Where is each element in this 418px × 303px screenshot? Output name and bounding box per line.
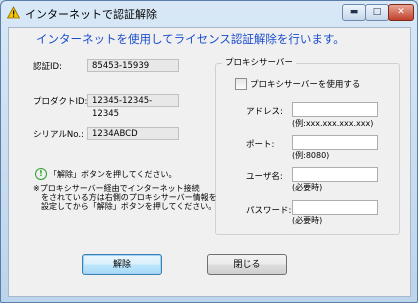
close-button[interactable]: 閉じる <box>207 254 287 275</box>
serial-field: 1234ABCD <box>87 127 179 140</box>
product-id-field: 12345-12345-12345 <box>87 94 179 119</box>
proxy-group-title: プロキシサーバー <box>222 56 296 68</box>
info-message: 「解除」ボタンを押してください。 <box>49 170 177 179</box>
window-title: インターネットで認証解除 <box>25 8 157 21</box>
proxy-note-line: をされている方は右側のプロキシサーバー情報を <box>33 193 217 202</box>
proxy-note-line: ※プロキシサーバー経由でインターネット接続 <box>33 184 200 193</box>
auth-id-field: 85453-15939 <box>87 59 179 72</box>
address-input[interactable] <box>292 102 378 117</box>
dialog-body: インターネットを使用してライセンス認証解除を行います。 認証ID: 85453-… <box>8 27 411 297</box>
port-input[interactable] <box>292 135 378 150</box>
maximize-icon: □ <box>372 7 382 17</box>
proxy-note: ※プロキシサーバー経由でインターネット接続 をされている方は右側のプロキシサーバ… <box>33 184 217 211</box>
product-id-label: プロダクトID: <box>33 97 88 107</box>
username-label: ユーザ名: <box>246 172 283 182</box>
close-icon: ✕ <box>397 7 405 17</box>
use-proxy-checkbox[interactable] <box>235 78 247 90</box>
password-hint: (必要時) <box>292 216 323 225</box>
serial-label: シリアルNo.: <box>33 130 84 140</box>
address-label: アドレス: <box>246 107 283 117</box>
username-hint: (必要時) <box>292 183 323 192</box>
password-input[interactable] <box>292 200 378 215</box>
address-hint: (例:xxx.xxx.xxx.xxx) <box>292 119 374 128</box>
use-proxy-label[interactable]: プロキシサーバーを使用する <box>250 78 360 90</box>
warning-icon <box>7 6 20 19</box>
dialog-window: インターネットで認証解除 ▬ □ ✕ インターネットを使用してライセンス認証解除… <box>0 0 418 303</box>
auth-id-label: 認証ID: <box>33 62 62 72</box>
minimize-button[interactable]: ▬ <box>342 4 366 21</box>
title-bar[interactable]: インターネットで認証解除 ▬ □ ✕ <box>1 1 417 25</box>
minimize-icon: ▬ <box>349 7 359 17</box>
instruction-heading: インターネットを使用してライセンス認証解除を行います。 <box>36 32 345 46</box>
port-label: ポート: <box>246 140 275 150</box>
release-button[interactable]: 解除 <box>82 254 162 275</box>
close-window-button[interactable]: ✕ <box>388 4 414 21</box>
password-label: パスワード: <box>246 206 292 216</box>
port-hint: (例:8080) <box>292 151 330 160</box>
info-icon: ! <box>35 168 47 180</box>
maximize-button[interactable]: □ <box>365 4 389 21</box>
username-input[interactable] <box>292 167 378 182</box>
proxy-note-line: 設定してから「解除」ボタンを押してください。 <box>33 202 217 211</box>
